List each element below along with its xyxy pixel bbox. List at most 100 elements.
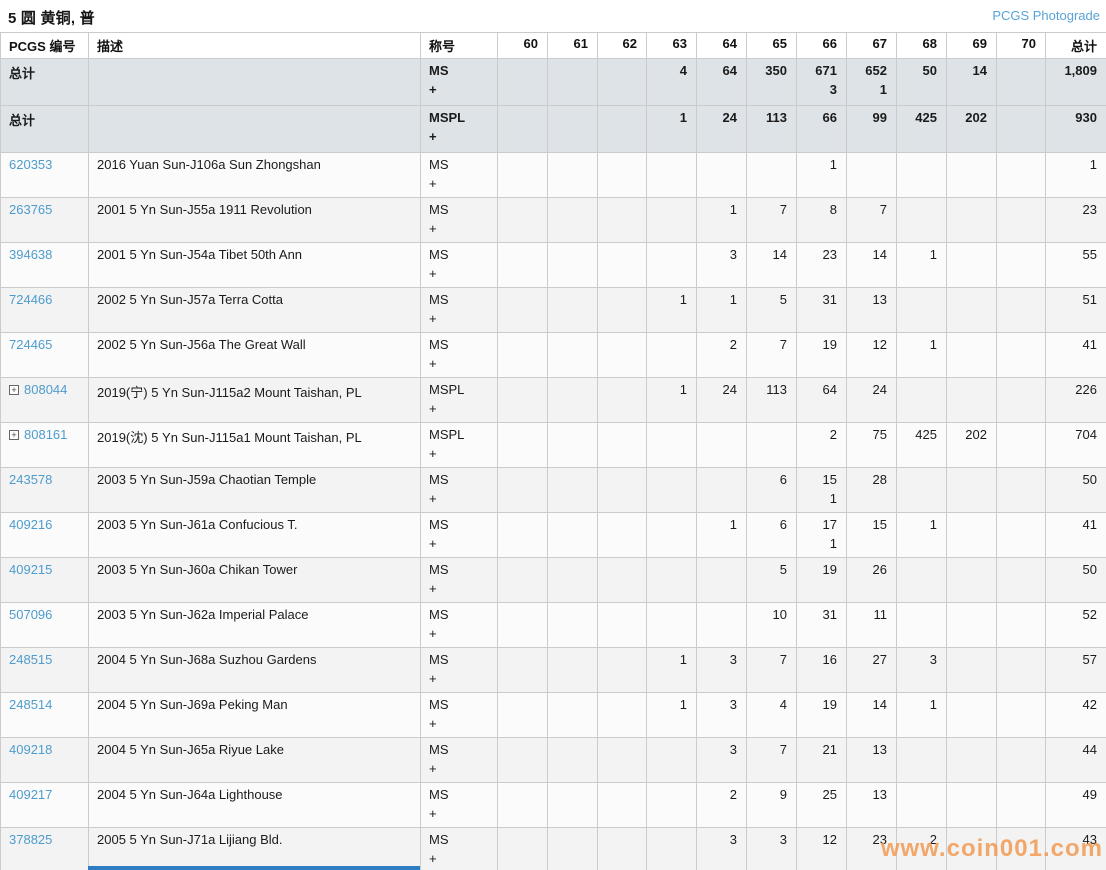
table-row: 7244652002 5 Yn Sun-J56a The Great WallM…	[1, 333, 1106, 378]
pcgs-number-link[interactable]: 378825	[9, 832, 52, 847]
grade-cell-65	[747, 153, 797, 198]
grade-cell-70	[997, 198, 1046, 243]
grade-cell-62	[598, 243, 647, 288]
grade-cell-66: 8	[797, 198, 847, 243]
pcgs-number-link[interactable]: 248515	[9, 652, 52, 667]
grade-cell-60	[498, 153, 548, 198]
total-cell: 1,809	[1046, 59, 1106, 106]
grade-cell-69	[947, 243, 997, 288]
grade-cell-67: 28	[847, 468, 897, 513]
grade-cell-69	[947, 513, 997, 558]
pcgs-number-cell: 263765	[1, 198, 89, 243]
pcgs-number-link[interactable]: 808044	[24, 382, 67, 397]
grade-cell-69	[947, 738, 997, 783]
grade-cell-62	[598, 693, 647, 738]
pcgs-number-link[interactable]: 409217	[9, 787, 52, 802]
grade-cell-69	[947, 783, 997, 828]
pcgs-photograde-link[interactable]: PCGS Photograde	[992, 8, 1100, 23]
pcgs-number-cell: 724466	[1, 288, 89, 333]
grade-cell-61	[548, 783, 598, 828]
grade-cell-62	[598, 738, 647, 783]
grade-cell-63	[647, 603, 697, 648]
grade-cell-64: 1	[697, 198, 747, 243]
grade-cell-62	[598, 59, 647, 106]
pcgs-number-link[interactable]: 263765	[9, 202, 52, 217]
total-cell: 51	[1046, 288, 1106, 333]
grade-cell-62	[598, 153, 647, 198]
grade-cell-64	[697, 468, 747, 513]
expand-icon[interactable]: +	[9, 430, 19, 440]
description-cell: 2003 5 Yn Sun-J60a Chikan Tower	[89, 558, 421, 603]
grade-cell-63	[647, 198, 697, 243]
pcgs-number-link[interactable]: 248514	[9, 697, 52, 712]
grade-cell-63: 1	[647, 693, 697, 738]
designation-cell: MS+	[421, 468, 498, 513]
total-cell: 704	[1046, 423, 1106, 468]
pcgs-number-cell: 724465	[1, 333, 89, 378]
table-row: 409215 2003 5 Yn Sun-J60a Chikan TowerMS+…	[1, 558, 1106, 603]
top-bar: 5 圆 黄铜, 普 PCGS Photograde	[0, 0, 1106, 32]
pcgs-number-link[interactable]: 724466	[9, 292, 52, 307]
designation-cell: MS+	[421, 783, 498, 828]
pcgs-number-cell: 507096	[1, 603, 89, 648]
grade-cell-64: 24	[697, 378, 747, 423]
grade-cell-61	[548, 198, 598, 243]
grade-cell-61	[548, 828, 598, 870]
pcgs-number-link[interactable]: 808161	[24, 427, 67, 442]
column-header-11: 68	[897, 33, 947, 59]
grade-cell-61	[548, 378, 598, 423]
pcgs-number-cell: 248515	[1, 648, 89, 693]
designation-cell: MS+	[421, 828, 498, 870]
designation-cell: MS+	[421, 198, 498, 243]
total-cell: 1	[1046, 153, 1106, 198]
pcgs-number-link[interactable]: 620353	[9, 157, 52, 172]
grade-cell-65: 4	[747, 693, 797, 738]
expand-icon[interactable]: +	[9, 385, 19, 395]
grade-cell-63	[647, 783, 697, 828]
pcgs-number-link[interactable]: 409218	[9, 742, 52, 757]
column-header-0: PCGS 编号	[1, 33, 89, 59]
total-cell: 55	[1046, 243, 1106, 288]
grade-cell-62	[598, 828, 647, 870]
pcgs-number-link[interactable]: 394638	[9, 247, 52, 262]
table-row: 6203532016 Yuan Sun-J106a Sun ZhongshanM…	[1, 153, 1106, 198]
grade-cell-67: 26	[847, 558, 897, 603]
grade-cell-66: 66	[797, 106, 847, 153]
grade-cell-67: 13	[847, 288, 897, 333]
grade-cell-66: 21	[797, 738, 847, 783]
grade-cell-63: 1	[647, 648, 697, 693]
pcgs-number-link[interactable]: 507096	[9, 607, 52, 622]
pcgs-number-link[interactable]: 724465	[9, 337, 52, 352]
grade-cell-63: 1	[647, 288, 697, 333]
pcgs-number-link[interactable]: 409215	[9, 562, 52, 577]
grade-cell-66: 171	[797, 513, 847, 558]
designation-cell: MS+	[421, 153, 498, 198]
grade-cell-68: 1	[897, 693, 947, 738]
pcgs-number-cell: 378825	[1, 828, 89, 870]
column-header-10: 67	[847, 33, 897, 59]
grade-cell-70	[997, 378, 1046, 423]
designation-cell: MS+	[421, 243, 498, 288]
pcgs-number-cell: 248514	[1, 693, 89, 738]
designation-cell: MS+	[421, 558, 498, 603]
description-cell: 2004 5 Yn Sun-J69a Peking Man	[89, 693, 421, 738]
grade-cell-69: 14	[947, 59, 997, 106]
grade-cell-66: 31	[797, 288, 847, 333]
column-header-13: 70	[997, 33, 1046, 59]
column-header-2: 称号	[421, 33, 498, 59]
grade-cell-66: 19	[797, 693, 847, 738]
grade-cell-66: 19	[797, 333, 847, 378]
grade-cell-66: 16	[797, 648, 847, 693]
grade-cell-68	[897, 603, 947, 648]
pcgs-number-cell: 394638	[1, 243, 89, 288]
pcgs-number-cell: 409218	[1, 738, 89, 783]
grade-cell-66: 12	[797, 828, 847, 870]
grade-cell-65: 14	[747, 243, 797, 288]
description-cell: 2002 5 Yn Sun-J57a Terra Cotta	[89, 288, 421, 333]
pcgs-number-link[interactable]: 243578	[9, 472, 52, 487]
grade-cell-60	[498, 513, 548, 558]
grade-cell-67: 27	[847, 648, 897, 693]
grade-cell-62	[598, 648, 647, 693]
pcgs-number-link[interactable]: 409216	[9, 517, 52, 532]
grade-cell-67: 14	[847, 243, 897, 288]
